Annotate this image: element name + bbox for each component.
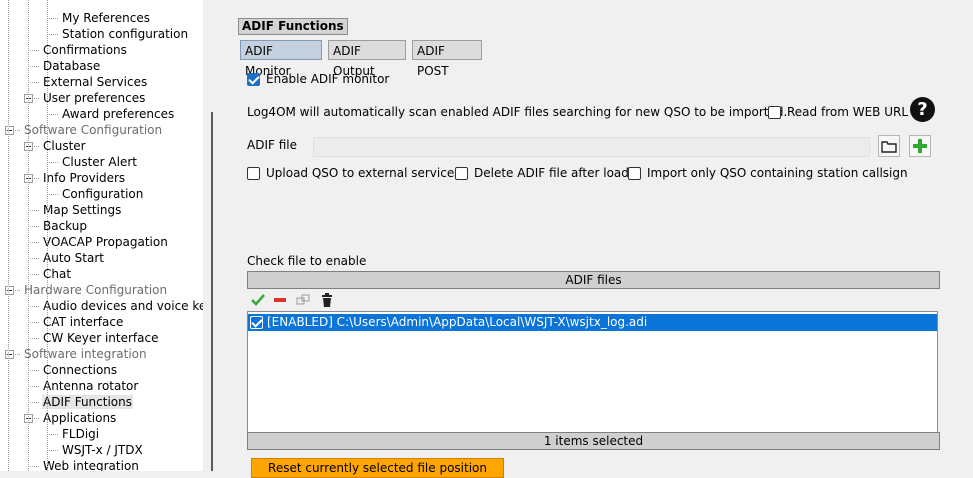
file-path: [ENABLED] C:\Users\Admin\AppData\Local\W… [267, 315, 648, 329]
enable-adif-monitor-label: Enable ADIF monitor [266, 72, 390, 86]
tree-item-label: Hardware Configuration [24, 283, 168, 297]
list-item[interactable]: [ENABLED] C:\Users\Admin\AppData\Local\W… [248, 314, 937, 331]
adif-functions-panel: ADIF Functions ADIF Monitor ADIF Output … [217, 0, 973, 478]
read-from-web-url-checkbox[interactable] [768, 106, 781, 119]
tree-item-label: Map Settings [43, 203, 122, 217]
tree-item-user-preferences[interactable]: User preferences [42, 90, 146, 106]
check-file-label: Check file to enable [247, 254, 367, 268]
tree-item-label: Applications [43, 411, 117, 425]
delete-icon[interactable] [319, 292, 335, 308]
reset-file-position-button[interactable]: Reset currently selected file position [251, 458, 504, 478]
tree-item-label: CW Keyer interface [43, 331, 159, 345]
tree-item-station-configuration[interactable]: Station configuration [61, 26, 189, 42]
tree-item-voacap-propagation[interactable]: VOACAP Propagation [42, 234, 169, 250]
tree-item-label: ADIF Functions [42, 395, 133, 409]
tree-item-info-providers[interactable]: Info Providers [42, 170, 126, 186]
tree-item-label: Software integration [24, 347, 147, 361]
delete-adif-label: Delete ADIF file after load [474, 166, 629, 180]
splitter[interactable] [203, 0, 217, 471]
tree-item-antenna-rotator[interactable]: Antenna rotator [42, 378, 139, 394]
tree-guide-line [8, 0, 10, 471]
adif-files-list[interactable]: [ENABLED] C:\Users\Admin\AppData\Local\W… [247, 311, 938, 433]
tree-item-cluster-alert[interactable]: Cluster Alert [61, 154, 138, 170]
adif-files-header: ADIF files [247, 271, 940, 289]
tree-item-label: VOACAP Propagation [43, 235, 168, 249]
tree-guide-line [47, 0, 49, 471]
upload-qso-label: Upload QSO to external services [266, 166, 461, 180]
tab-adif-monitor[interactable]: ADIF Monitor [240, 40, 322, 78]
tree-item-label: Connections [43, 363, 118, 377]
tree-item-label: User preferences [43, 91, 146, 105]
browse-folder-button[interactable] [878, 135, 900, 157]
file-enabled-checkbox[interactable] [250, 316, 263, 329]
add-file-button[interactable] [909, 135, 931, 157]
tree-item-label: Award preferences [62, 107, 175, 121]
tree-item-my-references[interactable]: My References [61, 10, 151, 26]
tree-item-label: CAT interface [43, 315, 124, 329]
status-bar: 1 items selected [247, 432, 940, 450]
tree-item-applications[interactable]: Applications [42, 410, 117, 426]
adif-file-label: ADIF file [247, 138, 297, 152]
tree-item-web-integration[interactable]: Web integration [42, 458, 140, 471]
tree-item-label: My References [62, 11, 150, 25]
tree-item-database[interactable]: Database [42, 58, 101, 74]
tree-item-label: Auto Start [43, 251, 104, 265]
link-icon[interactable] [295, 292, 311, 308]
tree-item-wsjt-x-jtdx[interactable]: WSJT-x / JTDX [61, 442, 144, 458]
adif-file-input[interactable] [313, 137, 870, 157]
enable-all-icon[interactable] [250, 292, 266, 308]
tree-item-label: Audio devices and voice keye [43, 299, 203, 313]
tree-item-fldigi[interactable]: FLDigi [61, 426, 100, 442]
tree-item-auto-start[interactable]: Auto Start [42, 250, 105, 266]
tree-item-label: Configuration [62, 187, 144, 201]
tree-item-adif-functions[interactable]: ADIF Functions [42, 394, 133, 410]
tree-item-label: FLDigi [62, 427, 100, 441]
scrollbar-thumb[interactable] [211, 112, 213, 471]
import-station-callsign-checkbox[interactable] [628, 167, 641, 180]
tree-item-confirmations[interactable]: Confirmations [42, 42, 128, 58]
read-from-web-url-label: Read from WEB URL [787, 105, 909, 119]
tree-item-label: Confirmations [43, 43, 127, 57]
tree-guide-line [28, 0, 30, 471]
description-text: Log4OM will automatically scan enabled A… [247, 105, 788, 119]
import-station-callsign-label: Import only QSO containing station calls… [647, 166, 908, 180]
tree-item-label: WSJT-x / JTDX [62, 443, 143, 457]
tree-item-map-settings[interactable]: Map Settings [42, 202, 122, 218]
upload-qso-checkbox[interactable] [247, 167, 260, 180]
settings-tree[interactable]: My References Station configuration Confir… [0, 0, 203, 471]
tree-item-configuration[interactable]: Configuration [61, 186, 144, 202]
tree-item-label: Web integration [43, 459, 139, 471]
tab-adif-post[interactable]: ADIF POST [412, 40, 482, 78]
delete-adif-checkbox[interactable] [455, 167, 468, 180]
tree-item-label: Station configuration [62, 27, 189, 41]
tree-item-audio-devices-and-voice-keye[interactable]: Audio devices and voice keye [42, 298, 203, 314]
tree-item-label: External Services [43, 75, 148, 89]
file-toolbar [247, 289, 938, 311]
tree-item-award-preferences[interactable]: Award preferences [61, 106, 175, 122]
tree-item-hardware-configuration[interactable]: Hardware Configuration [23, 282, 168, 298]
plus-icon [913, 139, 927, 153]
tree-item-software-configuration[interactable]: Software Configuration [23, 122, 163, 138]
tree-item-software-integration[interactable]: Software integration [23, 346, 148, 362]
tree-item-label: Database [43, 59, 101, 73]
tree-item-label: Software Configuration [24, 123, 163, 137]
tree-item-label: Antenna rotator [43, 379, 139, 393]
tree-item-connections[interactable]: Connections [42, 362, 118, 378]
tree-item-label: Cluster Alert [62, 155, 137, 169]
tab-adif-output[interactable]: ADIF Output [328, 40, 406, 78]
tree-item-cat-interface[interactable]: CAT interface [42, 314, 124, 330]
help-icon[interactable]: ? [910, 97, 935, 122]
page-title: ADIF Functions [238, 18, 348, 35]
tree-item-cw-keyer-interface[interactable]: CW Keyer interface [42, 330, 159, 346]
tree-item-label: Info Providers [43, 171, 126, 185]
disable-all-icon[interactable] [272, 292, 288, 308]
folder-icon [881, 141, 897, 153]
tree-item-external-services[interactable]: External Services [42, 74, 148, 90]
enable-adif-monitor-checkbox[interactable] [247, 73, 260, 86]
